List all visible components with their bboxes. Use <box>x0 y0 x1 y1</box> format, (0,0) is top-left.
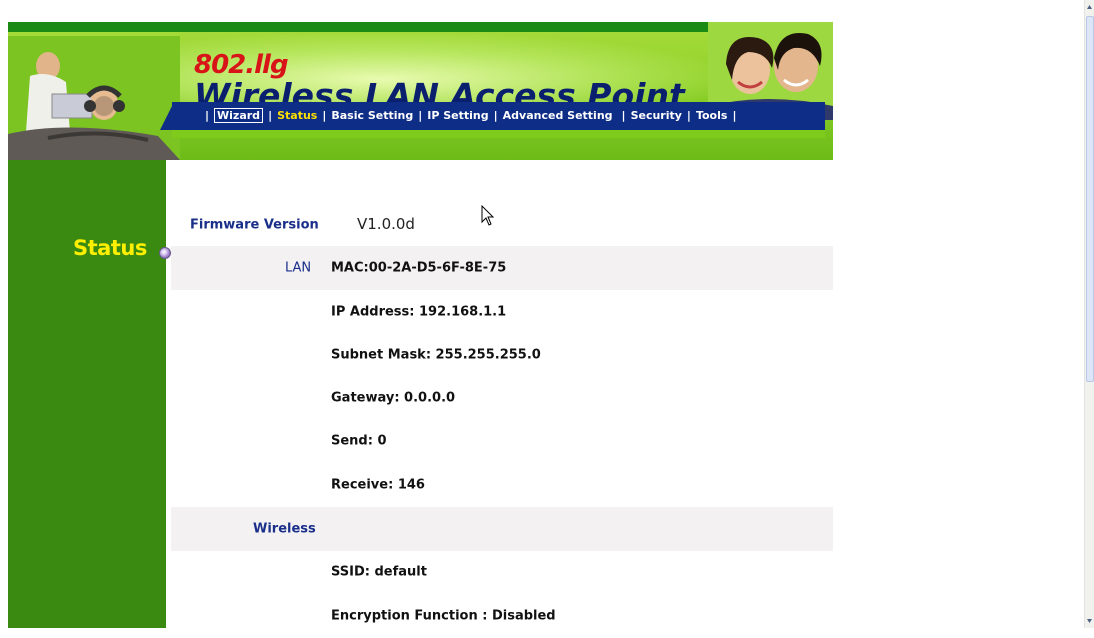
nav-separator: | <box>732 109 737 122</box>
header-banner: 802.llg Wireless LAN Access Point <box>8 22 833 160</box>
people-left-image <box>8 36 180 160</box>
nav-separator: | <box>493 109 498 122</box>
wireless-encryption-row: Encryption Function : Disabled <box>171 594 833 638</box>
nav-item-ip-setting[interactable]: IP Setting <box>427 109 488 122</box>
nav-item-security[interactable]: Security <box>631 109 682 122</box>
scrollbar-thumb[interactable] <box>1086 16 1094 382</box>
lan-subnet: Subnet Mask: 255.255.255.0 <box>331 347 541 363</box>
nav-item-status[interactable]: Status <box>277 109 317 122</box>
lan-gateway: Gateway: 0.0.0.0 <box>331 390 456 406</box>
lan-receive-row: Receive: 146 <box>171 463 833 507</box>
wireless-row: Wireless <box>171 507 833 551</box>
nav-item-wizard[interactable]: Wizard <box>214 108 264 123</box>
lan-send-row: Send: 0 <box>171 419 833 463</box>
nav-item-advanced-setting[interactable]: Advanced Setting <box>503 109 613 122</box>
nav-separator: | <box>621 109 626 122</box>
sidebar-section-title: Status <box>73 236 147 260</box>
lan-ip: IP Address: 192.168.1.1 <box>331 304 507 320</box>
wireless-ssid: SSID: default <box>331 564 427 580</box>
scroll-up-arrow-icon[interactable] <box>1085 0 1094 14</box>
lan-mac: MAC:00-2A-D5-6F-8E-75 <box>331 260 507 276</box>
nav-separator: | <box>322 109 327 122</box>
nav-separator: | <box>686 109 691 122</box>
lan-receive: Receive: 146 <box>331 477 425 493</box>
wireless-ssid-row: SSID: default <box>171 550 833 594</box>
scroll-down-arrow-icon[interactable] <box>1085 614 1094 628</box>
wireless-encryption: Encryption Function : Disabled <box>331 608 556 624</box>
sidebar <box>8 160 166 628</box>
lan-subnet-row: Subnet Mask: 255.255.255.0 <box>171 333 833 377</box>
main-nav: | Wizard | Status | Basic Setting | IP Setting |… <box>200 108 741 123</box>
bullet-icon <box>159 247 171 259</box>
firmware-label: Firmware Version <box>190 217 319 233</box>
nav-item-tools[interactable]: Tools <box>696 109 727 122</box>
lan-row: LAN MAC:00-2A-D5-6F-8E-75 <box>171 246 833 290</box>
mouse-cursor-icon <box>481 205 495 226</box>
lan-send: Send: 0 <box>331 433 387 449</box>
firmware-row: Firmware Version <box>171 203 833 247</box>
lan-gateway-row: Gateway: 0.0.0.0 <box>171 376 833 420</box>
navbar-bottom-stripe <box>172 130 825 138</box>
nav-separator: | <box>268 109 273 122</box>
lan-label: LAN <box>285 260 312 276</box>
nav-separator: | <box>205 109 210 122</box>
nav-item-basic-setting[interactable]: Basic Setting <box>331 109 413 122</box>
firmware-value: V1.0.0d <box>357 215 415 233</box>
wireless-label: Wireless <box>253 521 316 537</box>
lan-ip-row: IP Address: 192.168.1.1 <box>171 290 833 334</box>
nav-separator: | <box>418 109 423 122</box>
